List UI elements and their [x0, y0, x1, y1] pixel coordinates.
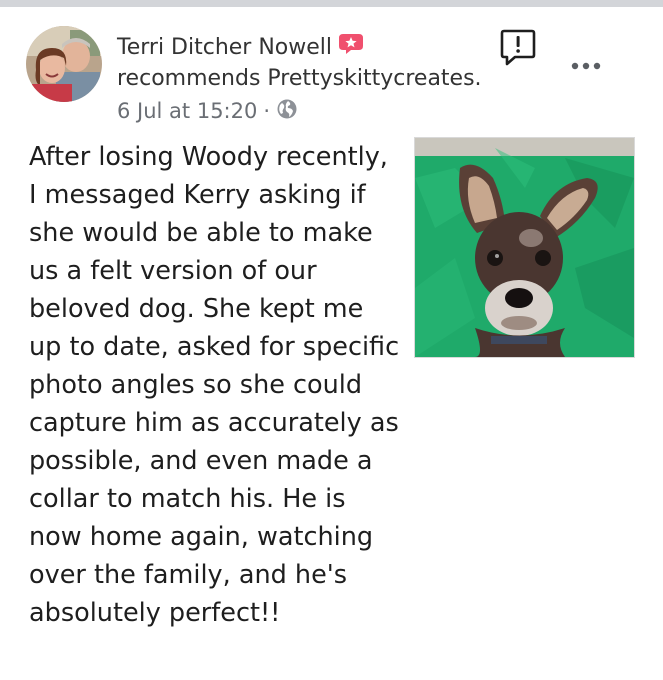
avatar-photo	[26, 26, 102, 102]
recommendation-text[interactable]: recommends Prettyskittycreates.	[117, 66, 482, 91]
author-name[interactable]: Terri Ditcher Nowell	[117, 35, 332, 60]
author-line: Terri Ditcher Nowell	[117, 32, 364, 62]
more-options-button[interactable]	[568, 54, 604, 78]
more-options-icon	[571, 62, 601, 70]
report-icon	[500, 29, 536, 66]
meta-separator: ·	[263, 99, 271, 123]
post-photo[interactable]	[414, 137, 635, 358]
globe-icon	[276, 98, 298, 125]
post-meta: 6 Jul at 15:20 ·	[117, 96, 298, 126]
author-avatar[interactable]	[26, 26, 102, 102]
post-timestamp[interactable]: 6 Jul at 15:20	[117, 99, 257, 123]
top-divider-bar	[0, 0, 663, 7]
report-button[interactable]	[499, 28, 537, 68]
recommend-badge-icon	[338, 33, 364, 55]
post-body-text: After losing Woody recently, I messaged …	[29, 142, 400, 628]
felt-dog-photo	[415, 138, 634, 357]
